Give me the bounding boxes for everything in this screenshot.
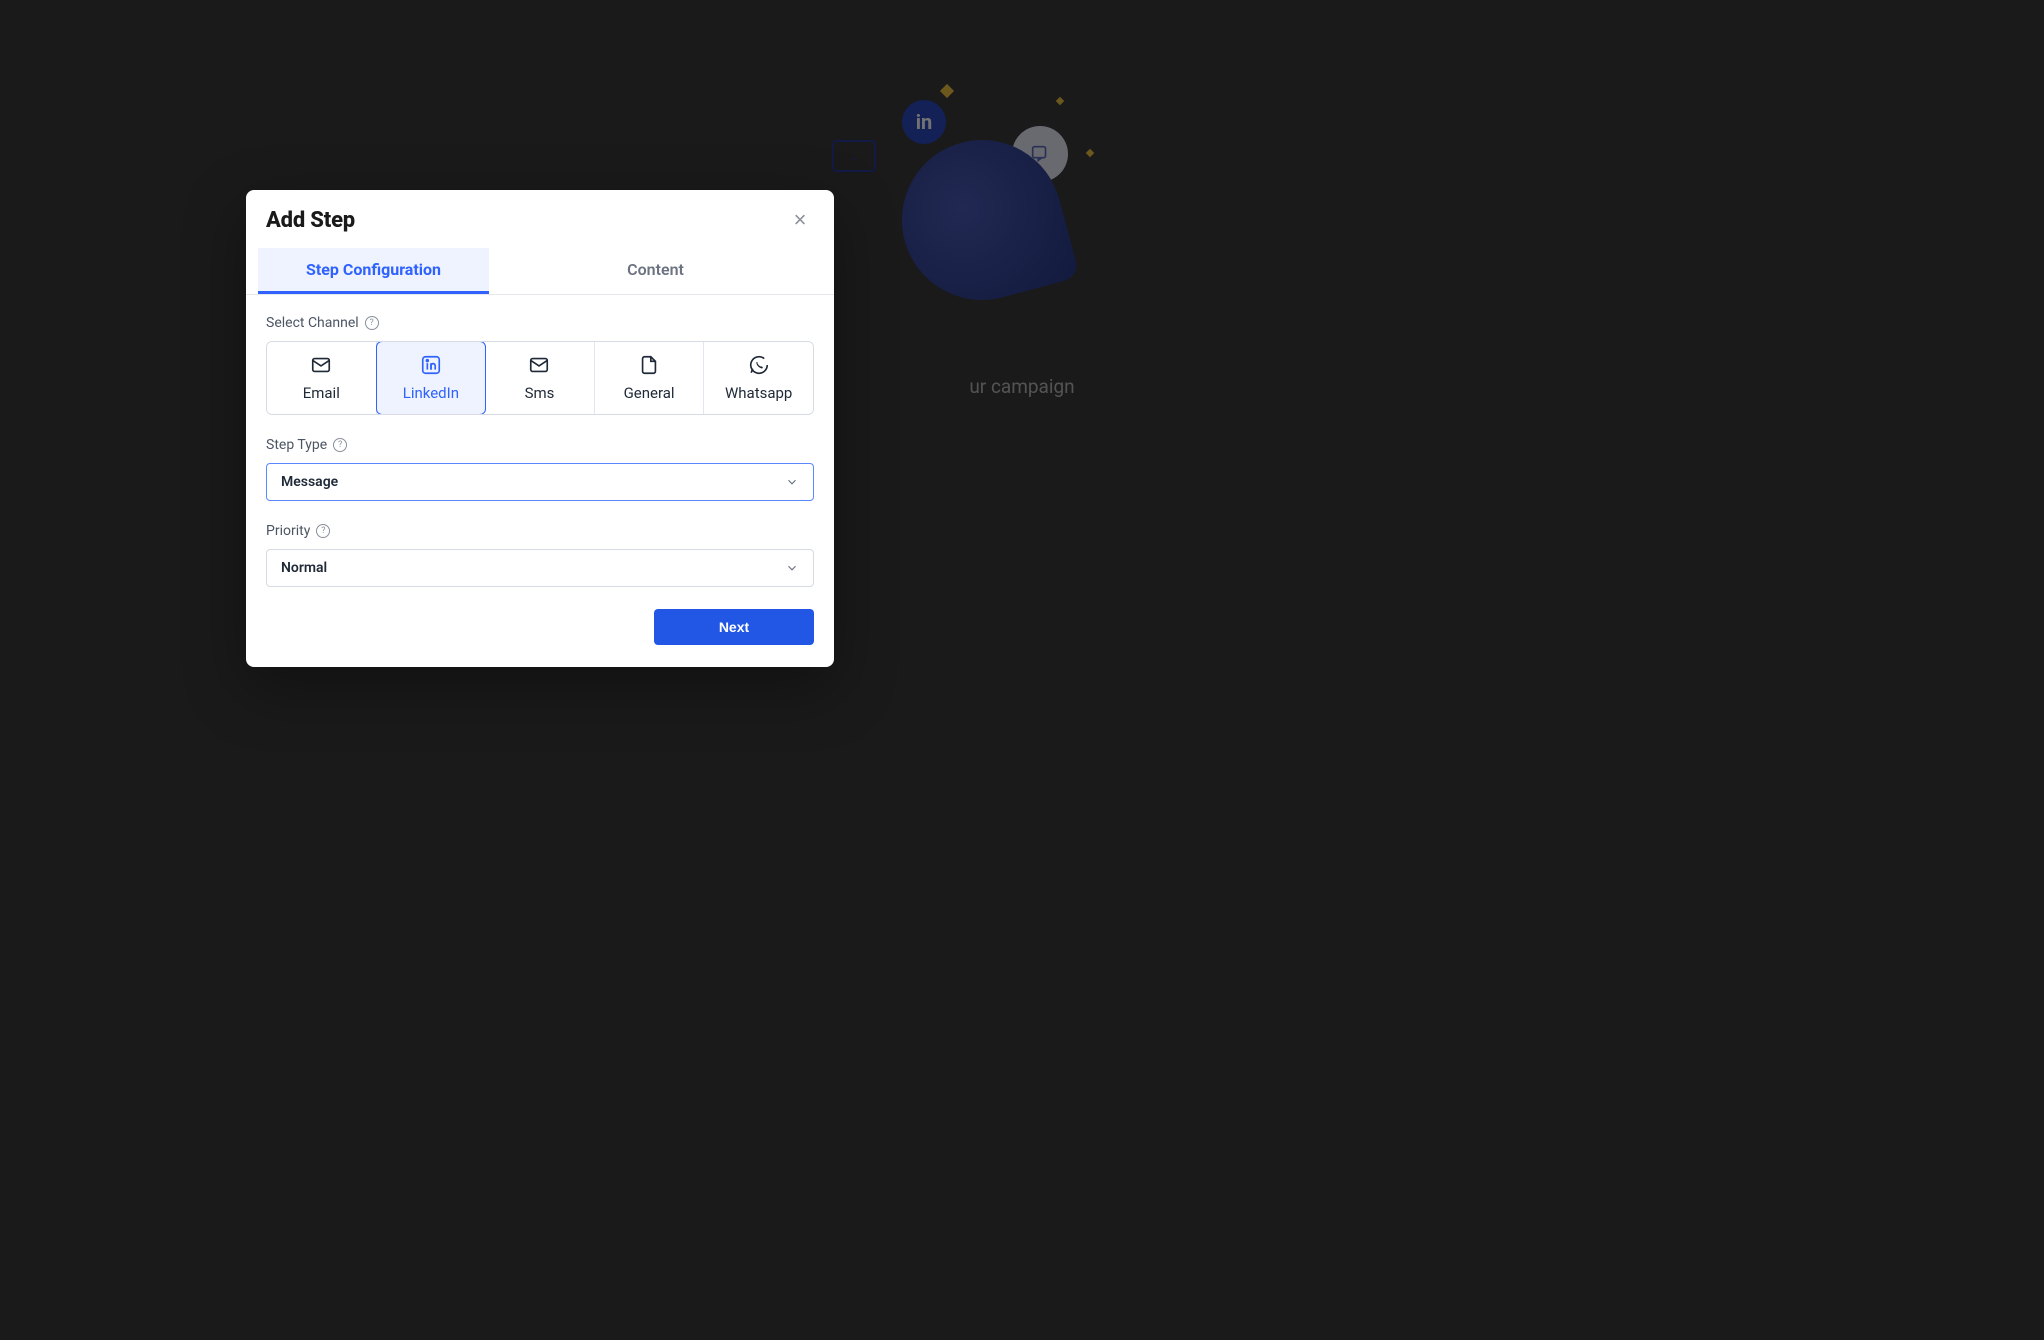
modal-body: Select Channel ? Email <box>246 295 834 667</box>
help-icon[interactable]: ? <box>365 316 379 330</box>
whatsapp-icon <box>748 354 770 376</box>
step-type-value: Message <box>281 474 338 490</box>
channel-email-label: Email <box>303 384 340 402</box>
priority-value: Normal <box>281 560 327 576</box>
priority-select[interactable]: Normal <box>266 549 814 587</box>
channel-options: Email LinkedIn <box>266 341 814 415</box>
linkedin-icon <box>420 354 442 376</box>
channel-whatsapp[interactable]: Whatsapp <box>704 342 813 414</box>
help-icon[interactable]: ? <box>316 524 330 538</box>
channel-linkedin[interactable]: LinkedIn <box>376 341 487 415</box>
step-type-label: Step Type <box>266 437 327 453</box>
modal-footer: Next <box>266 609 814 645</box>
select-channel-label: Select Channel <box>266 315 359 331</box>
tab-content[interactable]: Content <box>489 248 822 294</box>
chevron-down-icon <box>785 561 799 575</box>
add-step-modal: Add Step × Step Configuration Content Se… <box>246 190 834 667</box>
file-icon <box>638 354 660 376</box>
next-button[interactable]: Next <box>654 609 814 645</box>
channel-linkedin-label: LinkedIn <box>403 384 459 402</box>
channel-general[interactable]: General <box>595 342 705 414</box>
sms-icon <box>528 354 550 376</box>
mail-icon <box>310 354 332 376</box>
channel-whatsapp-label: Whatsapp <box>725 384 792 402</box>
modal-title: Add Step <box>266 208 355 233</box>
channel-sms[interactable]: Sms <box>485 342 595 414</box>
step-type-select[interactable]: Message <box>266 463 814 501</box>
chevron-down-icon <box>785 475 799 489</box>
close-button[interactable]: × <box>786 206 814 234</box>
modal-header: Add Step × <box>246 190 834 248</box>
tab-step-configuration[interactable]: Step Configuration <box>258 248 489 294</box>
select-channel-label-row: Select Channel ? <box>266 315 814 331</box>
step-type-label-row: Step Type ? <box>266 437 814 453</box>
channel-sms-label: Sms <box>525 384 555 402</box>
channel-email[interactable]: Email <box>267 342 377 414</box>
close-icon: × <box>794 209 807 231</box>
channel-general-label: General <box>624 384 675 402</box>
priority-label: Priority <box>266 523 310 539</box>
priority-label-row: Priority ? <box>266 523 814 539</box>
help-icon[interactable]: ? <box>333 438 347 452</box>
tabs: Step Configuration Content <box>246 248 834 295</box>
